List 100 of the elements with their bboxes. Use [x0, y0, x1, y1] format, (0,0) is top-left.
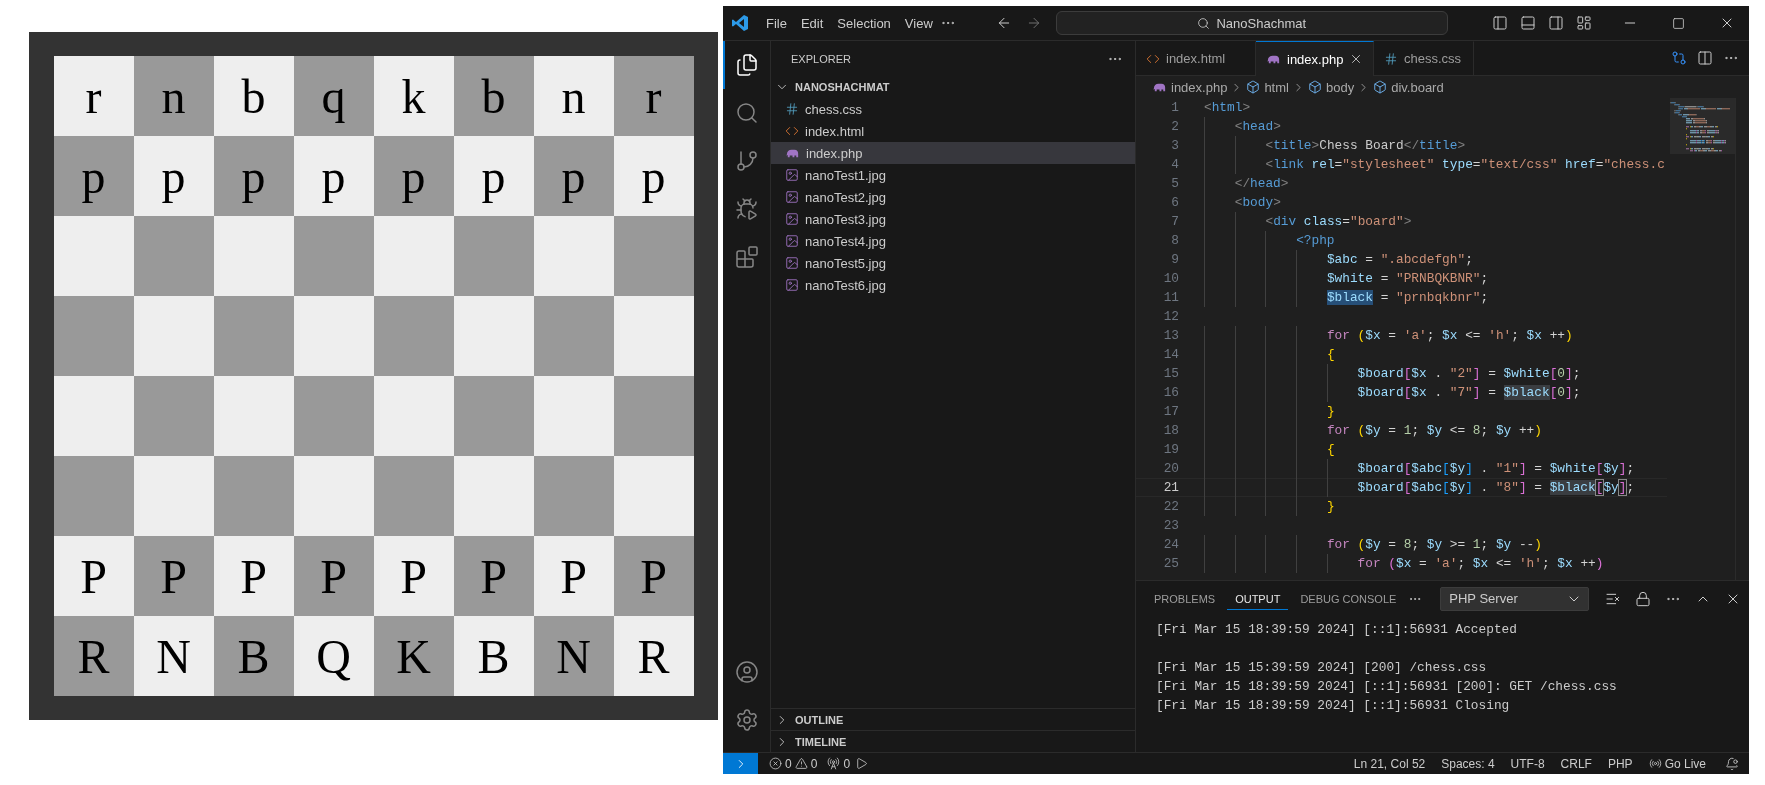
board-square: P [293, 536, 374, 616]
menu-item[interactable]: Edit [793, 11, 831, 35]
section-header[interactable]: TIMELINE [771, 730, 1135, 752]
tree-item[interactable]: nanoTest6.jpg [771, 274, 1135, 296]
board-square: n [133, 56, 214, 136]
line-number: 9 [1170, 252, 1179, 267]
search-icon[interactable] [734, 101, 759, 125]
board-square: p [53, 136, 134, 216]
image-icon [785, 212, 799, 226]
tree-item[interactable]: index.html [771, 120, 1135, 142]
line-number: 14 [1162, 347, 1179, 362]
menu-item[interactable]: File [759, 11, 794, 35]
layout-icon[interactable] [1576, 15, 1592, 31]
sidebar-title: EXPLORER [791, 52, 851, 65]
editor-tab[interactable]: index.php [1256, 41, 1374, 76]
output-line: [Fri Mar 15 18:39:59 2024] [::1]:56931 Accepted [1156, 621, 1518, 639]
code-line: $black = "prnbqkbnr"; [1326, 290, 1489, 305]
tree-item[interactable]: index.php [771, 142, 1135, 164]
bell-icon[interactable] [1725, 756, 1739, 771]
section-header[interactable]: OUTLINE [771, 708, 1135, 730]
line-number: 15 [1162, 366, 1179, 381]
breadcrumb[interactable]: html [1246, 79, 1289, 95]
menu-item[interactable]: View [897, 11, 940, 35]
status-item[interactable]: UTF-8 [1505, 756, 1550, 771]
image-icon [785, 168, 799, 182]
tree-item[interactable]: nanoTest3.jpg [771, 208, 1135, 230]
breadcrumb[interactable]: div.board [1373, 79, 1444, 95]
output-line: [Fri Mar 15 18:39:59 2024] [::1]:56931 Closing [1156, 697, 1511, 715]
board-square: p [213, 136, 294, 216]
code-line: { [1326, 347, 1335, 362]
board-square: p [373, 136, 454, 216]
board-square: r [53, 56, 134, 136]
board-square: P [53, 536, 134, 616]
files-icon[interactable] [734, 53, 759, 77]
code-line: <?php [1296, 233, 1335, 248]
line-number: 19 [1162, 442, 1179, 457]
line-number: 2 [1170, 119, 1179, 134]
menu-item[interactable]: Selection [830, 11, 898, 35]
error-icon [769, 757, 782, 770]
line-number: 16 [1162, 385, 1179, 400]
board-square: P [533, 536, 614, 616]
code-line: $white = "PRNBQKBNR"; [1326, 271, 1489, 286]
board-square: p [453, 136, 534, 216]
ports-status[interactable]: 0 [822, 756, 856, 771]
breadcrumb[interactable]: body [1307, 79, 1355, 95]
board-square: p [613, 136, 694, 216]
play-icon[interactable] [855, 757, 869, 770]
board-square: r [613, 56, 694, 136]
code-line: <link rel="stylesheet" type="text/css" href="chess.c [1265, 157, 1665, 172]
broadcast-icon [1648, 757, 1662, 770]
code-icon [785, 124, 799, 138]
problems-status[interactable]: 0 0 [764, 756, 823, 771]
tree-item[interactable]: chess.css [771, 98, 1135, 120]
bug-play-icon[interactable] [734, 197, 759, 221]
breadcrumb[interactable]: index.php [1152, 79, 1228, 95]
code-line: <div class="board"> [1265, 214, 1412, 229]
go-live-button[interactable]: Go Live [1643, 756, 1711, 771]
tree-item[interactable]: nanoTest4.jpg [771, 230, 1135, 252]
hash-icon [785, 102, 799, 116]
tree-item[interactable]: nanoTest5.jpg [771, 252, 1135, 274]
image-icon [785, 190, 799, 204]
status-item[interactable]: Ln 21, Col 52 [1348, 756, 1431, 771]
line-number: 6 [1170, 195, 1179, 210]
channel-dropdown[interactable]: PHP Server [1440, 586, 1589, 611]
tree-item[interactable]: nanoTest1.jpg [771, 164, 1135, 186]
line-number: 25 [1162, 556, 1179, 571]
settings-icon[interactable] [734, 708, 759, 732]
board-square: N [533, 616, 614, 696]
status-item[interactable]: PHP [1602, 756, 1638, 771]
maximize-icon[interactable] [1672, 16, 1685, 30]
panel-tab[interactable]: PROBLEMS [1146, 587, 1224, 610]
panel-tab[interactable]: DEBUG CONSOLE [1292, 587, 1405, 610]
board-square: K [373, 616, 454, 696]
branch-icon[interactable] [734, 149, 759, 173]
panel-right-icon[interactable] [1548, 15, 1564, 31]
panel-bottom-icon[interactable] [1520, 15, 1536, 31]
line-number: 4 [1170, 157, 1179, 172]
tree-item[interactable]: nanoTest2.jpg [771, 186, 1135, 208]
image-icon [785, 278, 799, 292]
command-center[interactable]: NanoShachmat [1055, 11, 1448, 35]
code-line: { [1326, 442, 1335, 457]
split-editor-icon[interactable] [1697, 50, 1713, 66]
board-square: P [613, 536, 694, 616]
code-line: </head> [1234, 176, 1289, 191]
code-line: } [1326, 404, 1335, 419]
lock-icon[interactable] [1635, 590, 1651, 607]
code-line: $board[$x . "2"] = $white[0]; [1357, 366, 1581, 381]
blocks-icon[interactable] [734, 245, 759, 269]
status-item[interactable]: Spaces: 4 [1436, 756, 1500, 771]
panel-tab[interactable]: OUTPUT [1227, 587, 1289, 610]
panel-left-icon[interactable] [1492, 15, 1508, 31]
cube-icon [1307, 80, 1322, 94]
compare-icon[interactable] [1671, 50, 1687, 66]
line-number: 22 [1162, 499, 1179, 514]
code-line: $board[$abc[$y] . "1"] = $white[$y]; [1357, 461, 1635, 476]
folder-header[interactable]: NANOSHACHMAT [771, 76, 1135, 98]
account-icon[interactable] [734, 660, 759, 684]
board-square: q [293, 56, 374, 136]
line-number: 5 [1170, 176, 1179, 191]
status-item[interactable]: CRLF [1555, 756, 1597, 771]
